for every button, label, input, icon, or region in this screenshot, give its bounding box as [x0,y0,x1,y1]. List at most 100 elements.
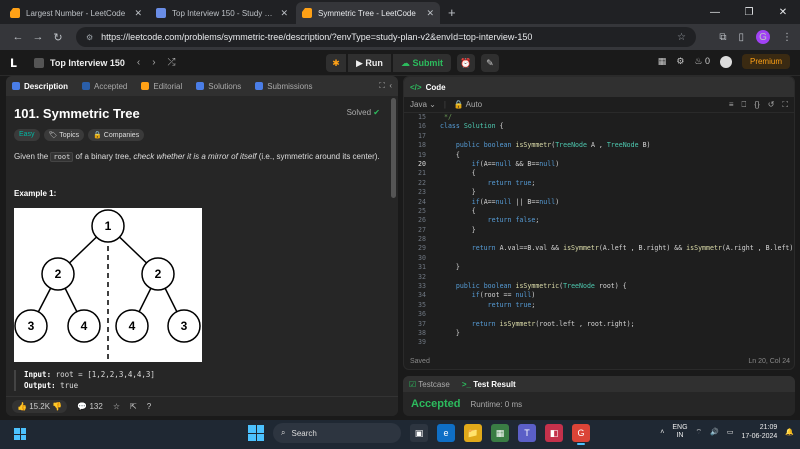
file-explorer-icon[interactable]: 📁 [464,424,482,442]
tray-chevron-icon[interactable]: ˄ [660,429,664,436]
tab-accepted[interactable]: Accepted [82,82,127,91]
shuffle-icon[interactable]: ⤮ [168,57,176,68]
code-line[interactable]: 19 { [404,151,794,160]
browser-tab-2[interactable]: Top Interview 150 - Study Plan ✕ [150,2,294,24]
collapse-panel-icon[interactable]: ‹ [389,81,392,90]
address-bar[interactable]: ⚙ https://leetcode.com/problems/symmetri… [76,27,696,47]
reload-icon[interactable]: ↻ [48,31,68,44]
wifi-icon[interactable]: ⌔ [696,428,703,437]
code-line[interactable]: 36 [404,310,794,319]
tab-testcase[interactable]: ☑ Testcase [409,380,450,389]
next-problem-icon[interactable]: › [152,57,155,68]
code-line[interactable]: 39 [404,338,794,347]
battery-icon[interactable]: ▭ [727,428,734,436]
code-line[interactable]: 15 */ [404,113,794,122]
streak-counter[interactable]: ♨ 0 [694,56,710,67]
auto-mode-toggle[interactable]: 🔒 Auto [454,100,482,109]
close-window-icon[interactable]: ✕ [766,7,800,18]
chrome-icon[interactable]: G [572,424,590,445]
close-icon[interactable]: ✕ [134,8,142,19]
tab-submissions[interactable]: Submissions [255,82,313,91]
code-line[interactable]: 38 } [404,329,794,338]
problem-title[interactable]: 101. Symmetric Tree [14,106,382,121]
bookmark-star-icon[interactable]: ☆ [677,32,686,43]
start-button[interactable] [248,425,264,441]
teams-icon[interactable]: T [518,424,536,442]
new-tab-button[interactable]: + [448,2,456,24]
layout-icon[interactable]: ▦ [658,56,667,67]
settings-icon[interactable]: ⚙ [676,56,684,67]
tab-editorial[interactable]: Editorial [141,82,182,91]
code-line[interactable]: 21 { [404,169,794,178]
code-line[interactable]: 24 if(A==null || B==null) [404,198,794,207]
prev-problem-icon[interactable]: ‹ [137,57,140,68]
tab-description[interactable]: Description [12,82,68,91]
edge-icon[interactable]: e [437,424,455,442]
store-icon[interactable]: ▦ [491,424,509,442]
menu-icon[interactable]: ⋮ [782,32,792,43]
code-line[interactable]: 20 if(A==null && B==null) [404,160,794,169]
volume-icon[interactable]: 🔊 [710,428,719,436]
browser-tab-3[interactable]: Symmetric Tree - LeetCode ✕ [296,2,440,24]
maximize-panel-icon[interactable]: ⛶ [379,81,385,90]
braces-icon[interactable]: {} [754,100,759,110]
close-icon[interactable]: ✕ [426,8,434,19]
forward-icon[interactable]: → [28,31,48,43]
code-line[interactable]: 30 [404,254,794,263]
site-info-icon[interactable]: ⚙ [86,33,93,42]
notes-icon[interactable]: ✎ [480,54,499,72]
code-line[interactable]: 32 [404,273,794,282]
close-icon[interactable]: ✕ [280,8,288,19]
favorite-star-icon[interactable]: ☆ [113,402,120,411]
browser-tab-1[interactable]: Largest Number - LeetCode ✕ [4,2,148,24]
run-button[interactable]: ▶ Run [348,54,391,72]
like-button[interactable]: 👍 15.2K 👎 [12,400,68,413]
task-view-icon[interactable]: ▣ [410,424,428,442]
code-line[interactable]: 18 public boolean isSymmetr(TreeNode A ,… [404,141,794,150]
code-editor[interactable]: 15 */16 class Solution {17 18 public boole… [404,113,794,353]
code-line[interactable]: 33 public boolean isSymmetric(TreeNode r… [404,282,794,291]
companies-tag[interactable]: 🔒 Companies [88,129,145,141]
language-indicator[interactable]: ENG IN [672,424,687,441]
code-line[interactable]: 31 } [404,263,794,272]
help-icon[interactable]: ? [147,402,151,411]
office-icon[interactable]: ◧ [545,424,563,442]
tab-test-result[interactable]: >_ Test Result [462,380,516,389]
problem-list-button[interactable]: Top Interview 150 [34,57,125,68]
clock[interactable]: 21:09 17-06-2024 [741,423,777,441]
code-line[interactable]: 23 } [404,188,794,197]
code-line[interactable]: 26 return false; [404,216,794,225]
taskbar-search[interactable]: ⌕ Search [273,423,401,443]
back-icon[interactable]: ← [8,31,28,43]
code-line[interactable]: 35 return true; [404,301,794,310]
extensions-icon[interactable]: ⧉ [719,32,726,43]
timer-icon[interactable]: ⏰ [456,54,475,72]
code-line[interactable]: 28 [404,235,794,244]
tab-solutions[interactable]: Solutions [196,82,241,91]
code-line[interactable]: 37 return isSymmetr(root.left , root.rig… [404,320,794,329]
code-line[interactable]: 27 } [404,226,794,235]
notification-icon[interactable]: 🔔 [785,428,794,436]
code-line[interactable]: 22 return true; [404,179,794,188]
debug-icon[interactable]: ✱ [326,54,346,72]
user-avatar[interactable] [719,55,732,68]
widgets-icon[interactable] [14,428,26,440]
sidebar-icon[interactable]: ▯ [738,32,744,43]
dislike-icon[interactable]: 👎 [52,402,62,411]
comments-button[interactable]: 💬 132 [77,402,103,411]
submit-button[interactable]: ☁ Submit [392,54,451,72]
description-scrollbar[interactable] [391,98,396,198]
minimize-icon[interactable]: — [698,7,732,18]
topics-tag[interactable]: 🏷 Topics [43,129,85,141]
language-select[interactable]: Java ⌄ [410,100,436,109]
format-icon[interactable]: ≡ [729,100,734,110]
code-line[interactable]: 16 class Solution { [404,122,794,131]
code-line[interactable]: 34 if(root == null) [404,291,794,300]
leetcode-logo-icon[interactable]: ᒪ [10,57,22,70]
profile-avatar[interactable]: G [756,30,770,44]
fullscreen-icon[interactable]: ⛶ [782,100,788,110]
code-line[interactable]: 29 return A.val==B.val && isSymmetr(A.le… [404,244,794,253]
premium-button[interactable]: Premium [741,54,790,69]
maximize-icon[interactable]: ❐ [732,7,766,18]
share-icon[interactable]: ⇱ [130,402,137,411]
